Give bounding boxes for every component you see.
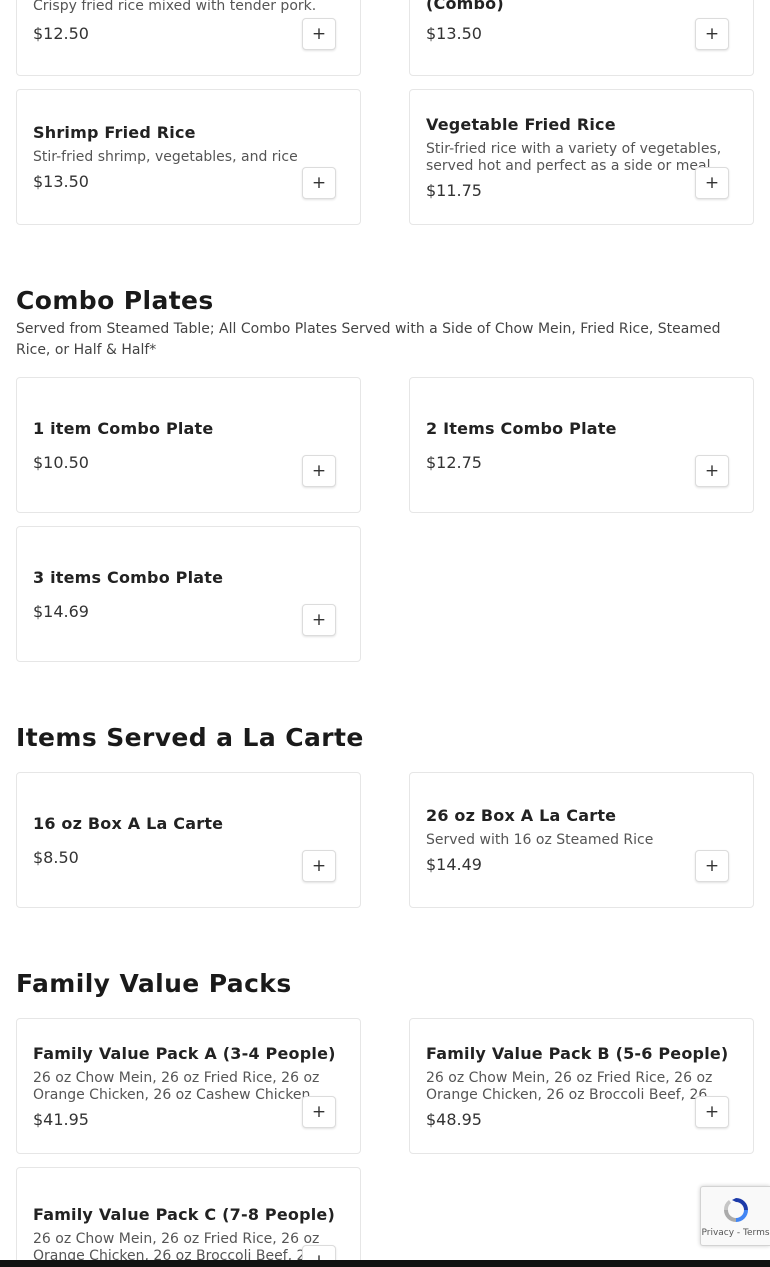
- menu-item-card[interactable]: 26 oz Box A La Carte Served with 16 oz S…: [409, 772, 754, 908]
- item-name: Family Value Pack B (5-6 People): [426, 1043, 729, 1063]
- menu-item-card[interactable]: Family Value Pack A (3-4 People) 26 oz C…: [16, 1018, 361, 1154]
- add-to-cart-button[interactable]: +: [302, 167, 336, 199]
- menu-item-card[interactable]: Shrimp Fried Rice Stir-fried shrimp, veg…: [16, 89, 361, 225]
- item-name: Family Value Pack A (3-4 People): [33, 1043, 336, 1063]
- item-name: 16 oz Box A La Carte: [33, 813, 224, 833]
- item-name: 2 Items Combo Plate: [426, 418, 617, 438]
- item-price: $12.50: [33, 24, 89, 43]
- menu-item-card[interactable]: 1 item Combo Plate $10.50 +: [16, 377, 361, 513]
- item-description: Stir-fried rice with a variety of vegeta…: [426, 140, 722, 174]
- item-price: $8.50: [33, 847, 79, 867]
- recaptcha-links[interactable]: Privacy - Terms: [701, 1228, 769, 1238]
- menu-item-card[interactable]: Family Value Pack B (5-6 People) 26 oz C…: [409, 1018, 754, 1154]
- section-title: Items Served a La Carte: [16, 723, 364, 752]
- item-price: $14.69: [33, 601, 89, 621]
- item-price: $41.95: [33, 1109, 89, 1129]
- item-name: (Combo): [426, 0, 504, 13]
- recaptcha-badge[interactable]: Privacy - Terms: [700, 1186, 770, 1246]
- menu-item-card[interactable]: Crispy fried rice mixed with tender pork…: [16, 0, 361, 76]
- item-price: $48.95: [426, 1109, 482, 1129]
- menu-item-card[interactable]: (Combo) $13.50 +: [409, 0, 754, 76]
- section-title: Combo Plates: [16, 286, 214, 315]
- item-price: $13.50: [426, 24, 482, 43]
- item-name: 26 oz Box A La Carte: [426, 806, 617, 825]
- item-name: Family Value Pack C (7-8 People): [33, 1205, 335, 1224]
- add-to-cart-button[interactable]: +: [302, 850, 336, 882]
- add-to-cart-button[interactable]: +: [695, 167, 729, 199]
- add-to-cart-button[interactable]: +: [695, 1096, 729, 1128]
- item-price: $12.75: [426, 452, 482, 472]
- menu-item-card[interactable]: 2 Items Combo Plate $12.75 +: [409, 377, 754, 513]
- section-description: Served from Steamed Table; All Combo Pla…: [16, 321, 721, 358]
- add-to-cart-button[interactable]: +: [302, 18, 336, 50]
- item-price: $13.50: [33, 172, 89, 191]
- item-name: Vegetable Fried Rice: [426, 114, 616, 134]
- menu-item-card[interactable]: Family Value Pack C (7-8 People) 26 oz C…: [16, 1167, 361, 1267]
- item-name: Shrimp Fried Rice: [33, 123, 196, 142]
- add-to-cart-button[interactable]: +: [695, 455, 729, 487]
- menu-page: Crispy fried rice mixed with tender pork…: [0, 0, 770, 1267]
- item-price: $14.49: [426, 855, 482, 874]
- section-title: Family Value Packs: [16, 969, 292, 998]
- add-to-cart-button[interactable]: +: [302, 604, 336, 636]
- item-description: Served with 16 oz Steamed Rice: [426, 832, 654, 848]
- add-to-cart-button[interactable]: +: [695, 850, 729, 882]
- item-price: $10.50: [33, 452, 89, 472]
- add-to-cart-button[interactable]: +: [302, 1096, 336, 1128]
- bottom-bar: [0, 1260, 770, 1267]
- item-name: 3 items Combo Plate: [33, 567, 224, 587]
- item-description: Stir-fried shrimp, vegetables, and rice: [33, 149, 298, 165]
- add-to-cart-button[interactable]: +: [302, 455, 336, 487]
- item-description: 26 oz Chow Mein, 26 oz Fried Rice, 26 oz…: [426, 1069, 728, 1103]
- item-price: $11.75: [426, 180, 482, 200]
- menu-item-card[interactable]: 3 items Combo Plate $14.69 +: [16, 526, 361, 662]
- recaptcha-icon: [720, 1194, 752, 1226]
- item-name: 1 item Combo Plate: [33, 418, 214, 438]
- menu-item-card[interactable]: 16 oz Box A La Carte $8.50 +: [16, 772, 361, 908]
- add-to-cart-button[interactable]: +: [695, 18, 729, 50]
- item-description: 26 oz Chow Mein, 26 oz Fried Rice, 26 oz…: [33, 1069, 320, 1103]
- menu-item-card[interactable]: Vegetable Fried Rice Stir-fried rice wit…: [409, 89, 754, 225]
- item-description: Crispy fried rice mixed with tender pork…: [33, 0, 317, 14]
